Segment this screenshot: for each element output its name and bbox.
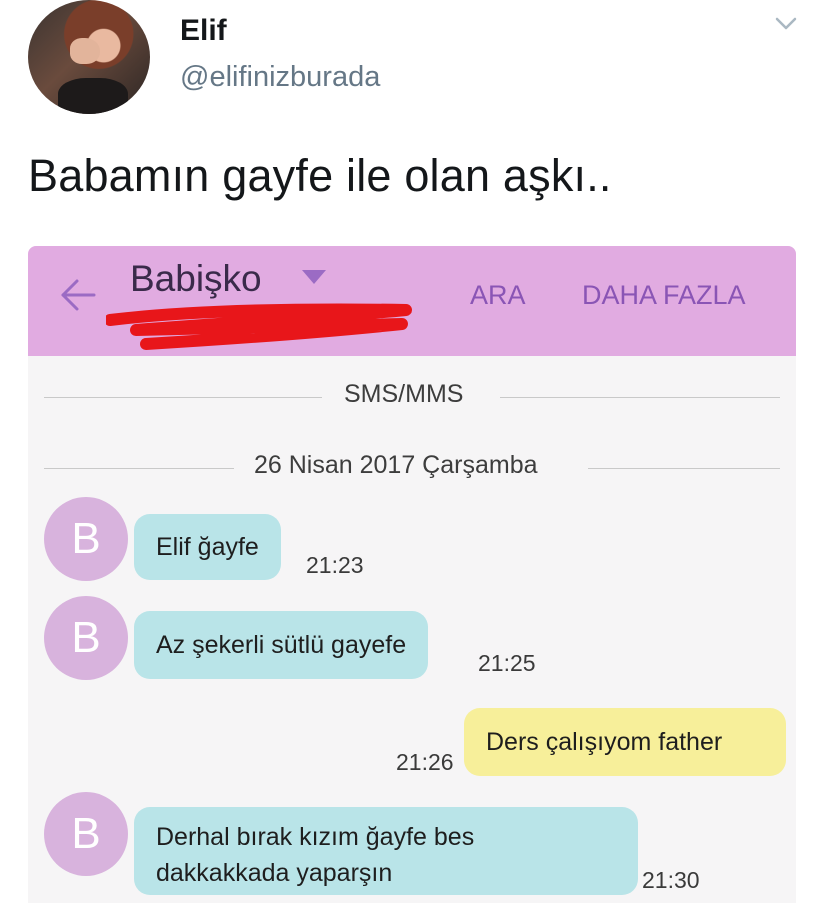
message-time: 21:25: [478, 650, 536, 676]
avatar-shirt: [58, 78, 128, 114]
avatar-hand: [70, 38, 100, 64]
message-time: 21:26: [396, 749, 454, 775]
contact-avatar[interactable]: B: [44, 497, 128, 581]
divider-line-left: [44, 397, 322, 398]
contact-name[interactable]: Babişko: [130, 258, 262, 300]
tweet-text: Babamın gayfe ile olan aşkı..: [28, 150, 612, 201]
user-handle[interactable]: @elifinizburada: [180, 61, 380, 94]
date-divider: 26 Nisan 2017 Çarşamba: [28, 451, 796, 487]
caret-down-icon[interactable]: [301, 269, 327, 285]
more-button[interactable]: DAHA FAZLA: [582, 280, 746, 311]
back-arrow-icon[interactable]: [58, 278, 98, 312]
section-divider: SMS/MMS: [28, 380, 796, 416]
message-bubble-outgoing[interactable]: Ders çalışıyom father: [464, 708, 786, 776]
user-avatar[interactable]: [28, 0, 150, 114]
redaction-scribble: [106, 303, 412, 350]
divider-line-right: [588, 468, 780, 469]
contact-avatar[interactable]: B: [44, 792, 128, 876]
display-name[interactable]: Elif: [180, 14, 227, 48]
divider-line-left: [44, 468, 234, 469]
message-line: Derhal bırak kızım ğayfe bes: [156, 823, 475, 851]
message-bubble-incoming[interactable]: Elif ğayfe: [134, 514, 281, 580]
message-bubble-incoming[interactable]: Derhal bırak kızım ğayfe bes dakkakkada …: [134, 807, 638, 895]
contact-avatar[interactable]: B: [44, 596, 128, 680]
divider-line-right: [500, 397, 780, 398]
call-button[interactable]: ARA: [470, 280, 526, 311]
date-label: 26 Nisan 2017 Çarşamba: [254, 451, 538, 479]
section-label: SMS/MMS: [344, 380, 464, 408]
message-time: 21:23: [306, 552, 364, 578]
sms-screenshot: Babişko ARA DAHA FAZLA SMS/MMS 26 Nisan …: [28, 246, 796, 903]
sms-topbar: Babişko ARA DAHA FAZLA: [28, 246, 796, 356]
chevron-down-icon[interactable]: [774, 14, 798, 34]
message-bubble-incoming[interactable]: Az şekerli sütlü gayefe: [134, 611, 429, 679]
message-time: 21:30: [642, 867, 700, 893]
message-line: dakkakkada yaparşın: [156, 859, 393, 887]
